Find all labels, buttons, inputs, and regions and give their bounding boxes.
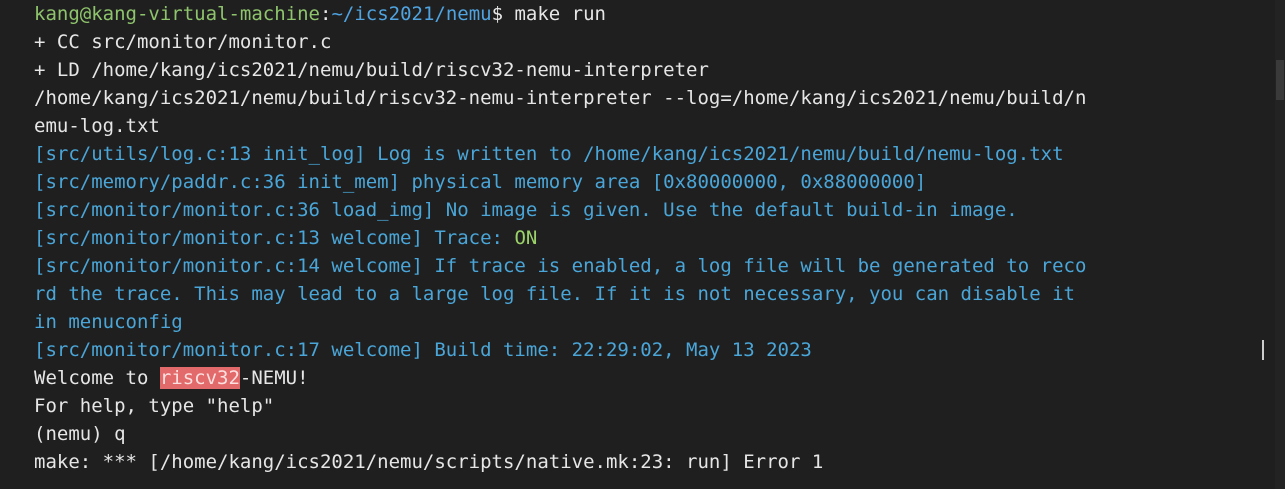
log-line-build-time: [src/monitor/monitor.c:17 welcome] Build… [34,339,812,361]
log-line-trace-info-cont: rd the trace. This may lead to a large l… [34,283,1075,305]
prompt-separator: : [319,3,332,25]
shell-command: make run [514,3,606,25]
output-line-ld: + LD /home/kang/ics2021/nemu/build/riscv… [34,59,709,81]
welcome-suffix: -NEMU! [239,367,309,389]
log-line-trace: [src/monitor/monitor.c:13 welcome] Trace… [34,224,1244,252]
log-line-init-log: [src/utils/log.c:13 init_log] Log is wri… [34,143,1064,165]
prompt-symbol: $ [491,3,515,25]
nemu-prompt-line: (nemu) q [34,423,126,445]
error-line: make: *** [/home/kang/ics2021/nemu/scrip… [34,451,824,473]
welcome-prefix: Welcome to [34,367,160,389]
help-line: For help, type "help" [34,395,275,417]
output-line-exec-cont: emu-log.txt [34,115,160,137]
text-cursor [1262,340,1264,360]
prompt-path: ~/ics2021/nemu [331,3,492,25]
terminal-scrollbar[interactable] [1275,0,1285,489]
terminal-output: kang@kang-virtual-machine:~/ics2021/nemu… [34,0,1244,476]
output-line-cc: + CC src/monitor/monitor.c [34,31,332,53]
log-line-load-img: [src/monitor/monitor.c:36 load_img] No i… [34,199,1018,221]
shell-prompt-line: kang@kang-virtual-machine:~/ics2021/nemu… [34,0,1244,28]
log-line-trace-info-end: in menuconfig [34,311,183,333]
trace-value: ON [514,227,538,249]
welcome-line: Welcome to riscv32-NEMU! [34,364,1244,392]
prompt-user: kang@kang-virtual-machine [34,3,320,25]
trace-prefix: [src/monitor/monitor.c:13 welcome] Trace… [34,227,515,249]
log-line-init-mem: [src/memory/paddr.c:36 init_mem] physica… [34,171,927,193]
scrollbar-thumb[interactable] [1276,60,1284,100]
terminal-window[interactable]: kang@kang-virtual-machine:~/ics2021/nemu… [0,0,1285,489]
welcome-highlight: riscv32 [159,367,240,389]
log-line-trace-info: [src/monitor/monitor.c:14 welcome] If tr… [34,255,1087,277]
output-line-exec: /home/kang/ics2021/nemu/build/riscv32-ne… [34,87,1087,109]
